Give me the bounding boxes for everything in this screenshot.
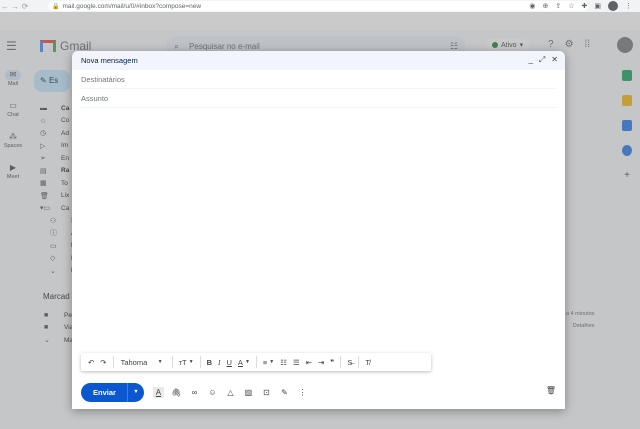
link-icon[interactable]: ∞	[189, 387, 200, 398]
bulleted-list-icon[interactable]: ☰	[290, 353, 303, 371]
photo-icon[interactable]: ▨	[243, 387, 254, 398]
reload-icon[interactable]: ⟳	[20, 2, 30, 11]
bold-icon[interactable]: B	[204, 353, 215, 371]
text-color-icon[interactable]: A ▼	[235, 353, 253, 371]
divider	[255, 356, 257, 368]
quote-icon[interactable]: ❞	[327, 353, 337, 371]
caret-down-icon: ▼	[269, 359, 275, 365]
star-icon[interactable]: ☆	[568, 2, 574, 10]
divider	[340, 356, 342, 368]
sidepanel-icon[interactable]: ▣	[594, 2, 601, 10]
numbered-list-icon[interactable]: ☷	[277, 353, 290, 371]
send-options-icon[interactable]: ▼	[126, 382, 144, 402]
text-size-glyph: ᴛT	[178, 357, 187, 367]
send-button[interactable]: Enviar	[81, 383, 127, 402]
subject-field[interactable]: Assunto	[81, 89, 556, 108]
share-icon[interactable]: ⇪	[555, 2, 561, 10]
compose-window: Nova mensagem _ ⤢ ✕ Destinatários Assunt…	[72, 51, 565, 409]
back-icon[interactable]: ←	[0, 2, 10, 11]
emoji-icon[interactable]: ☺	[207, 387, 218, 398]
undo-icon[interactable]: ↶	[85, 353, 97, 371]
font-select[interactable]: Tahoma ▼	[117, 353, 169, 371]
menu-icon[interactable]: ⋮	[625, 2, 632, 10]
address-bar[interactable]: 🔒 mail.google.com/mail/u/0/#inbox?compos…	[48, 1, 588, 11]
italic-icon[interactable]: I	[215, 353, 224, 371]
forward-icon[interactable]: →	[10, 2, 20, 11]
clear-formatting-icon[interactable]: T̸	[362, 353, 373, 371]
indent-more-icon[interactable]: ⇥	[315, 353, 327, 371]
recipients-field[interactable]: Destinatários	[81, 70, 556, 89]
text-size-icon[interactable]: ᴛT ▼	[176, 353, 197, 371]
lock-icon: 🔒	[52, 3, 60, 10]
more-options-icon[interactable]: ⋮	[297, 387, 308, 398]
divider	[358, 356, 360, 368]
zoom-icon[interactable]: ⊕	[542, 2, 548, 10]
compose-footer: Enviar ▼ A 🖇 ∞ ☺ △ ▨ ⊡ ✎ ⋮ 🗑	[81, 382, 556, 402]
compose-header[interactable]: Nova mensagem _ ⤢ ✕	[72, 51, 565, 70]
profile-avatar[interactable]	[608, 1, 618, 11]
formatting-options-icon[interactable]: A	[152, 386, 164, 398]
caret-down-icon: ▼	[188, 359, 194, 365]
text-color-glyph: A	[237, 357, 243, 367]
divider	[171, 356, 173, 368]
recipients-placeholder: Destinatários	[81, 74, 125, 84]
caret-down-icon: ▼	[157, 359, 163, 365]
indent-less-icon[interactable]: ⇤	[303, 353, 315, 371]
confidential-mode-icon[interactable]: ⊡	[261, 387, 272, 398]
eye-icon[interactable]: ◉	[529, 2, 535, 10]
signature-icon[interactable]: ✎	[279, 387, 290, 398]
minimize-icon[interactable]: _	[528, 55, 532, 65]
formatting-toolbar: ↶ ↷ Tahoma ▼ ᴛT ▼ B I U A ▼ ≡ ▼ ☷ ☰ ⇤ ⇥ ❞ S…	[81, 353, 431, 371]
caret-down-icon: ▼	[244, 359, 250, 365]
redo-icon[interactable]: ↷	[97, 353, 109, 371]
divider	[112, 356, 114, 368]
send-button-group: Enviar ▼	[81, 382, 144, 402]
compose-title: Nova mensagem	[81, 56, 138, 65]
attach-icon[interactable]: 🖇	[171, 387, 182, 398]
strikethrough-icon[interactable]: S̶	[344, 353, 355, 371]
close-icon[interactable]: ✕	[551, 55, 558, 65]
browser-toolbar: ← → ⟳ 🔒 mail.google.com/mail/u/0/#inbox?…	[0, 0, 640, 12]
url-text: mail.google.com/mail/u/0/#inbox?compose=…	[62, 2, 202, 10]
font-name: Tahoma	[120, 357, 148, 367]
discard-draft-icon[interactable]: 🗑	[546, 386, 556, 395]
subject-placeholder: Assunto	[81, 93, 109, 103]
underline-icon[interactable]: U	[224, 353, 235, 371]
drive-icon[interactable]: △	[225, 387, 236, 398]
divider	[199, 356, 201, 368]
align-icon[interactable]: ≡ ▼	[260, 353, 277, 371]
fullscreen-icon[interactable]: ⤢	[539, 55, 545, 65]
align-glyph: ≡	[262, 357, 268, 367]
extensions-icon[interactable]: ✚	[582, 2, 588, 10]
